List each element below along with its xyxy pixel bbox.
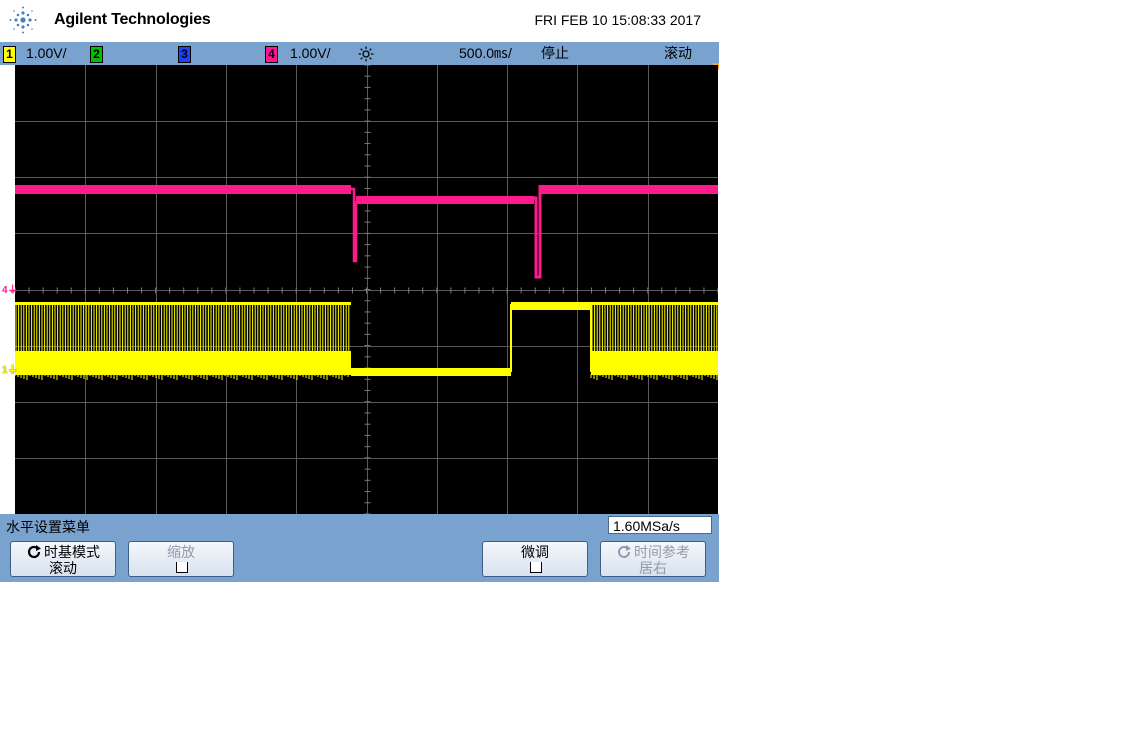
zoom-checkbox[interactable] [176, 562, 188, 573]
channel-1-badge[interactable]: 1 [3, 46, 16, 63]
rotate-arrow-icon [27, 545, 41, 559]
rotate-arrow-icon [618, 545, 631, 558]
softkey-line1: 时基模式 [44, 544, 100, 560]
channel-2-badge[interactable]: 2 [90, 46, 103, 63]
date-time: FRI FEB 10 15:08:33 2017 [534, 12, 701, 28]
softkey-label: 微调 [521, 544, 549, 560]
header: Agilent Technologies FRI FEB 10 15:08:33… [0, 0, 719, 42]
ch4-rising-glitch [534, 185, 542, 279]
timebase-unit: ㎳/ [494, 45, 512, 61]
channel-3-badge[interactable]: 3 [178, 46, 191, 63]
channel-1-ground-marker: 1⏚ [2, 365, 18, 376]
brand-name: Agilent Technologies [54, 11, 211, 28]
graticule-grid [15, 65, 718, 514]
softkey-label: 时基模式 [11, 544, 115, 560]
ch1-pulse-edges [510, 304, 592, 372]
channel-4-scale: 1.00V/ [290, 45, 331, 61]
waveform-svg [15, 65, 718, 514]
fine-adjust-softkey[interactable]: 微调 [482, 541, 588, 577]
horizontal-menu: 水平设置菜单 1.60MSa/s 时基模式 滚动 缩放 微调 时间参考 居右 [0, 514, 719, 582]
channel-4-marker-label: 4 [2, 285, 8, 296]
oscilloscope-display: Agilent Technologies FRI FEB 10 15:08:33… [0, 0, 719, 582]
intensity-sun-icon [358, 46, 374, 62]
run-state: 停止 [541, 45, 569, 61]
sample-rate-readout: 1.60MSa/s [608, 516, 712, 534]
agilent-spark-icon [9, 6, 37, 34]
softkey-value: 滚动 [49, 560, 77, 576]
time-reference-softkey[interactable]: 时间参考 居右 [600, 541, 706, 577]
timebase-mode-softkey[interactable]: 时基模式 滚动 [10, 541, 116, 577]
waveform-graticule[interactable] [15, 65, 718, 514]
channel-1-marker-label: 1 [2, 365, 8, 376]
acquisition-mode: 滚动 [664, 45, 692, 61]
ch4-falling-glitch [351, 187, 358, 263]
ch4-high-segment-right [540, 185, 718, 194]
ch1-low-segment [351, 368, 511, 376]
fine-adjust-checkbox[interactable] [530, 562, 542, 573]
softkey-label: 缩放 [167, 544, 195, 560]
softkey-value: 居右 [639, 560, 667, 576]
channel-1-scale: 1.00V/ [26, 45, 67, 61]
ch4-high-segment [15, 185, 351, 194]
menu-title: 水平设置菜单 [6, 519, 90, 535]
ch1-high-segment [511, 302, 591, 310]
channel-4-ground-marker: 4⏚ [2, 285, 18, 296]
zoom-softkey[interactable]: 缩放 [128, 541, 234, 577]
channel-1-trace [15, 302, 718, 380]
channel-4-badge[interactable]: 4 [265, 46, 278, 63]
softkey-line1: 时间参考 [634, 544, 690, 560]
channel-4-trace [15, 185, 718, 279]
ch4-low-segment [356, 196, 534, 204]
timebase-readout: 500.0㎳/ [459, 45, 512, 62]
softkey-label: 时间参考 [601, 544, 705, 560]
timebase-value: 500.0 [459, 45, 495, 61]
